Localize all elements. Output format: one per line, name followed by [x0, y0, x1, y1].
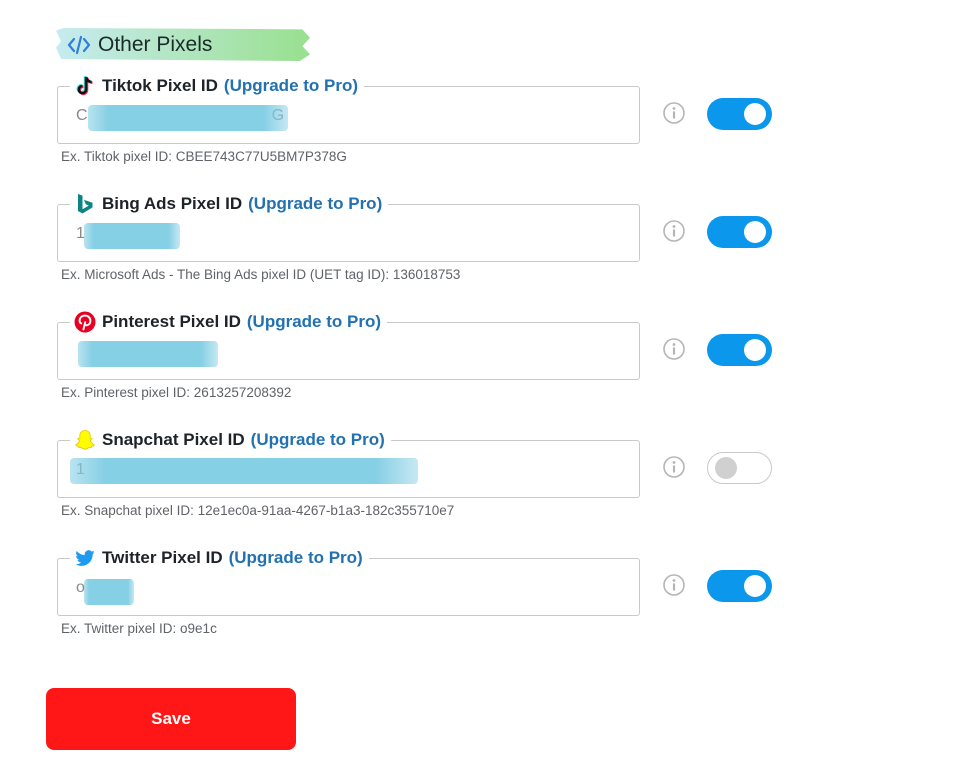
tiktok-pixel-hint: Ex. Tiktok pixel ID: CBEE743C77U5BM7P378… — [61, 149, 347, 164]
tiktok-pixel-toggle[interactable] — [707, 98, 772, 130]
bing-pixel-label: Bing Ads Pixel ID — [102, 194, 243, 213]
snapchat-pixel-label: Snapchat Pixel ID — [102, 430, 245, 449]
bing-upgrade-link[interactable]: (Upgrade to Pro) — [248, 194, 382, 214]
section-title-banner: Other Pixels — [56, 28, 310, 61]
pinterest-pixel-row: Pinterest Pixel ID (Upgrade to Pro) Ex. … — [0, 309, 980, 432]
toggle-knob — [744, 221, 766, 243]
redaction-mark — [88, 105, 288, 131]
tiktok-pixel-row: Tiktok Pixel ID (Upgrade to Pro) CG Ex. … — [0, 73, 980, 196]
toggle-knob — [715, 457, 737, 479]
snapchat-pixel-input[interactable]: Snapchat Pixel ID (Upgrade to Pro) 1 — [57, 427, 640, 498]
snapchat-pixel-hint: Ex. Snapchat pixel ID: 12e1ec0a-91aa-426… — [61, 503, 455, 518]
redaction-mark — [84, 223, 180, 249]
tiktok-pixel-label: Tiktok Pixel ID — [102, 76, 218, 95]
twitter-upgrade-link[interactable]: (Upgrade to Pro) — [229, 548, 363, 568]
pinterest-upgrade-link[interactable]: (Upgrade to Pro) — [247, 312, 381, 332]
snapchat-pixel-legend: Snapchat Pixel ID (Upgrade to Pro) — [70, 427, 391, 453]
snapchat-upgrade-link[interactable]: (Upgrade to Pro) — [251, 430, 385, 450]
twitter-pixel-label: Twitter Pixel ID — [102, 548, 223, 567]
redaction-mark — [78, 341, 218, 367]
toggle-knob — [744, 103, 766, 125]
save-button[interactable]: Save — [46, 688, 296, 750]
twitter-pixel-row: Twitter Pixel ID (Upgrade to Pro) o Ex. … — [0, 545, 980, 668]
toggle-knob — [744, 339, 766, 361]
pinterest-pixel-toggle[interactable] — [707, 334, 772, 366]
bing-pixel-input[interactable]: Bing Ads Pixel ID (Upgrade to Pro) 1 — [57, 191, 640, 262]
snapchat-pixel-toggle[interactable] — [707, 452, 772, 484]
twitter-pixel-legend: Twitter Pixel ID (Upgrade to Pro) — [70, 545, 369, 571]
pinterest-pixel-input[interactable]: Pinterest Pixel ID (Upgrade to Pro) — [57, 309, 640, 380]
pinterest-icon — [74, 311, 96, 333]
code-icon — [67, 35, 91, 55]
bing-pixel-toggle[interactable] — [707, 216, 772, 248]
pinterest-pixel-label: Pinterest Pixel ID — [102, 312, 241, 331]
bing-pixel-row: Bing Ads Pixel ID (Upgrade to Pro) 1 Ex.… — [0, 191, 980, 314]
info-icon[interactable] — [663, 220, 685, 242]
twitter-pixel-input[interactable]: Twitter Pixel ID (Upgrade to Pro) o — [57, 545, 640, 616]
twitter-pixel-toggle[interactable] — [707, 570, 772, 602]
snapchat-pixel-row: Snapchat Pixel ID (Upgrade to Pro) 1 Ex.… — [0, 427, 980, 550]
info-icon[interactable] — [663, 456, 685, 478]
twitter-pixel-hint: Ex. Twitter pixel ID: o9e1c — [61, 621, 217, 636]
bing-icon — [74, 193, 96, 215]
info-icon[interactable] — [663, 338, 685, 360]
toggle-knob — [744, 575, 766, 597]
tiktok-pixel-legend: Tiktok Pixel ID (Upgrade to Pro) — [70, 73, 365, 99]
info-icon[interactable] — [663, 102, 685, 124]
twitter-icon — [74, 547, 96, 569]
tiktok-pixel-input[interactable]: Tiktok Pixel ID (Upgrade to Pro) CG — [57, 73, 640, 144]
pinterest-pixel-hint: Ex. Pinterest pixel ID: 2613257208392 — [61, 385, 292, 400]
bing-pixel-legend: Bing Ads Pixel ID (Upgrade to Pro) — [70, 191, 389, 217]
tiktok-value-start: C — [76, 107, 88, 124]
section-title: Other Pixels — [98, 33, 213, 56]
tiktok-upgrade-link[interactable]: (Upgrade to Pro) — [224, 76, 358, 96]
pinterest-pixel-legend: Pinterest Pixel ID (Upgrade to Pro) — [70, 309, 387, 335]
bing-pixel-hint: Ex. Microsoft Ads - The Bing Ads pixel I… — [61, 267, 461, 282]
redaction-mark — [70, 458, 418, 484]
redaction-mark — [84, 579, 134, 605]
snapchat-icon — [74, 429, 96, 451]
tiktok-icon — [74, 75, 96, 97]
info-icon[interactable] — [663, 574, 685, 596]
